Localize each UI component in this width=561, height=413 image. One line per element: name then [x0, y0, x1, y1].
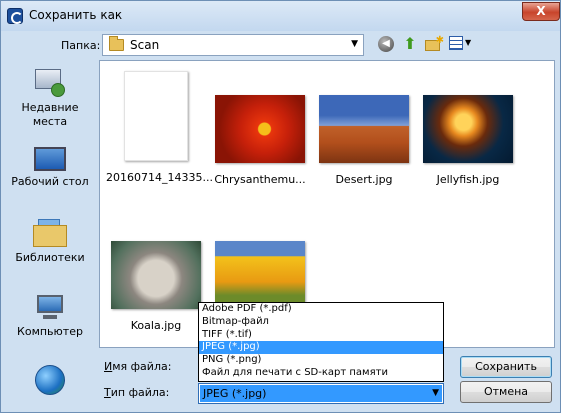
file-type-option[interactable]: Bitmap-файл: [199, 316, 443, 329]
file-item[interactable]: Koala.jpg: [106, 241, 206, 332]
file-type-label: Тип файла:: [104, 386, 170, 399]
network-icon: [35, 365, 65, 395]
file-thumbnail: [319, 95, 409, 163]
file-type-options-list: Adobe PDF (*.pdf) Bitmap-файл TIFF (*.ti…: [198, 302, 444, 382]
file-type-option[interactable]: Adobe PDF (*.pdf): [199, 303, 443, 316]
window-title: Сохранить как: [29, 8, 123, 22]
cancel-button[interactable]: Отмена: [460, 381, 552, 403]
look-in-label: Папка:: [61, 39, 101, 52]
file-thumbnail: [215, 95, 305, 163]
place-label: Рабочий стол: [11, 175, 89, 188]
title-bar[interactable]: Сохранить как X: [1, 1, 560, 31]
save-as-dialog: Сохранить как X Папка: Scan ▼ ◀ ⬆ ✱ ▼ Не…: [0, 0, 561, 413]
file-type-option[interactable]: JPEG (*.jpg): [199, 341, 443, 355]
place-computer[interactable]: Компьютер: [5, 295, 95, 339]
folder-icon: [109, 36, 124, 51]
look-in-dropdown[interactable]: Scan ▼: [102, 34, 364, 56]
file-thumbnail: [111, 241, 201, 309]
file-item[interactable]: Chrysanthemu...: [210, 95, 310, 186]
place-desktop[interactable]: Рабочий стол: [5, 147, 95, 189]
file-type-option[interactable]: TIFF (*.tif): [199, 329, 443, 342]
file-type-option[interactable]: PNG (*.png): [199, 354, 443, 367]
place-label: Библиотеки: [15, 251, 85, 264]
up-folder-icon[interactable]: ⬆: [401, 35, 419, 53]
file-thumbnail: [423, 95, 513, 163]
close-button[interactable]: X: [522, 2, 560, 21]
file-name: Koala.jpg: [130, 319, 182, 332]
place-label: места: [32, 115, 68, 128]
look-in-value: Scan: [130, 38, 160, 52]
new-folder-icon[interactable]: ✱: [425, 35, 444, 52]
file-item[interactable]: Jellyfish.jpg: [418, 95, 518, 186]
place-recent[interactable]: Недавние места: [5, 67, 95, 129]
recent-places-icon: [35, 67, 65, 97]
places-bar: Недавние места Рабочий стол Библиотеки К…: [5, 61, 95, 413]
file-name: Desert.jpg: [335, 173, 393, 186]
file-item[interactable]: Desert.jpg: [314, 95, 414, 186]
file-name: Jellyfish.jpg: [436, 173, 500, 186]
file-type-option[interactable]: Файл для печати с SD-карт памяти: [199, 367, 443, 380]
desktop-icon: [34, 147, 66, 171]
file-type-value: JPEG (*.jpg): [203, 387, 267, 400]
file-thumbnail: [215, 241, 305, 309]
file-thumbnail: [124, 71, 188, 161]
chevron-down-icon[interactable]: ▼: [432, 388, 439, 398]
computer-icon: [35, 295, 65, 321]
place-libraries[interactable]: Библиотеки: [5, 219, 95, 265]
place-label: Компьютер: [17, 325, 83, 338]
file-name: 20160714_14335...: [106, 171, 213, 184]
file-name: Chrysanthemu...: [214, 173, 306, 186]
save-button[interactable]: Сохранить: [460, 356, 552, 378]
app-icon: [7, 8, 23, 24]
views-menu-icon[interactable]: ▼: [449, 36, 473, 52]
file-item[interactable]: 20160714_14335...: [106, 71, 213, 184]
place-network[interactable]: [5, 365, 95, 399]
chevron-down-icon[interactable]: ▼: [351, 39, 358, 49]
back-arrow-icon[interactable]: ◀: [378, 36, 394, 52]
file-name-label: Имя файла:: [104, 360, 172, 373]
file-type-dropdown[interactable]: JPEG (*.jpg) ▼: [198, 383, 444, 404]
place-label: Недавние: [21, 101, 79, 114]
libraries-icon: [33, 219, 67, 247]
